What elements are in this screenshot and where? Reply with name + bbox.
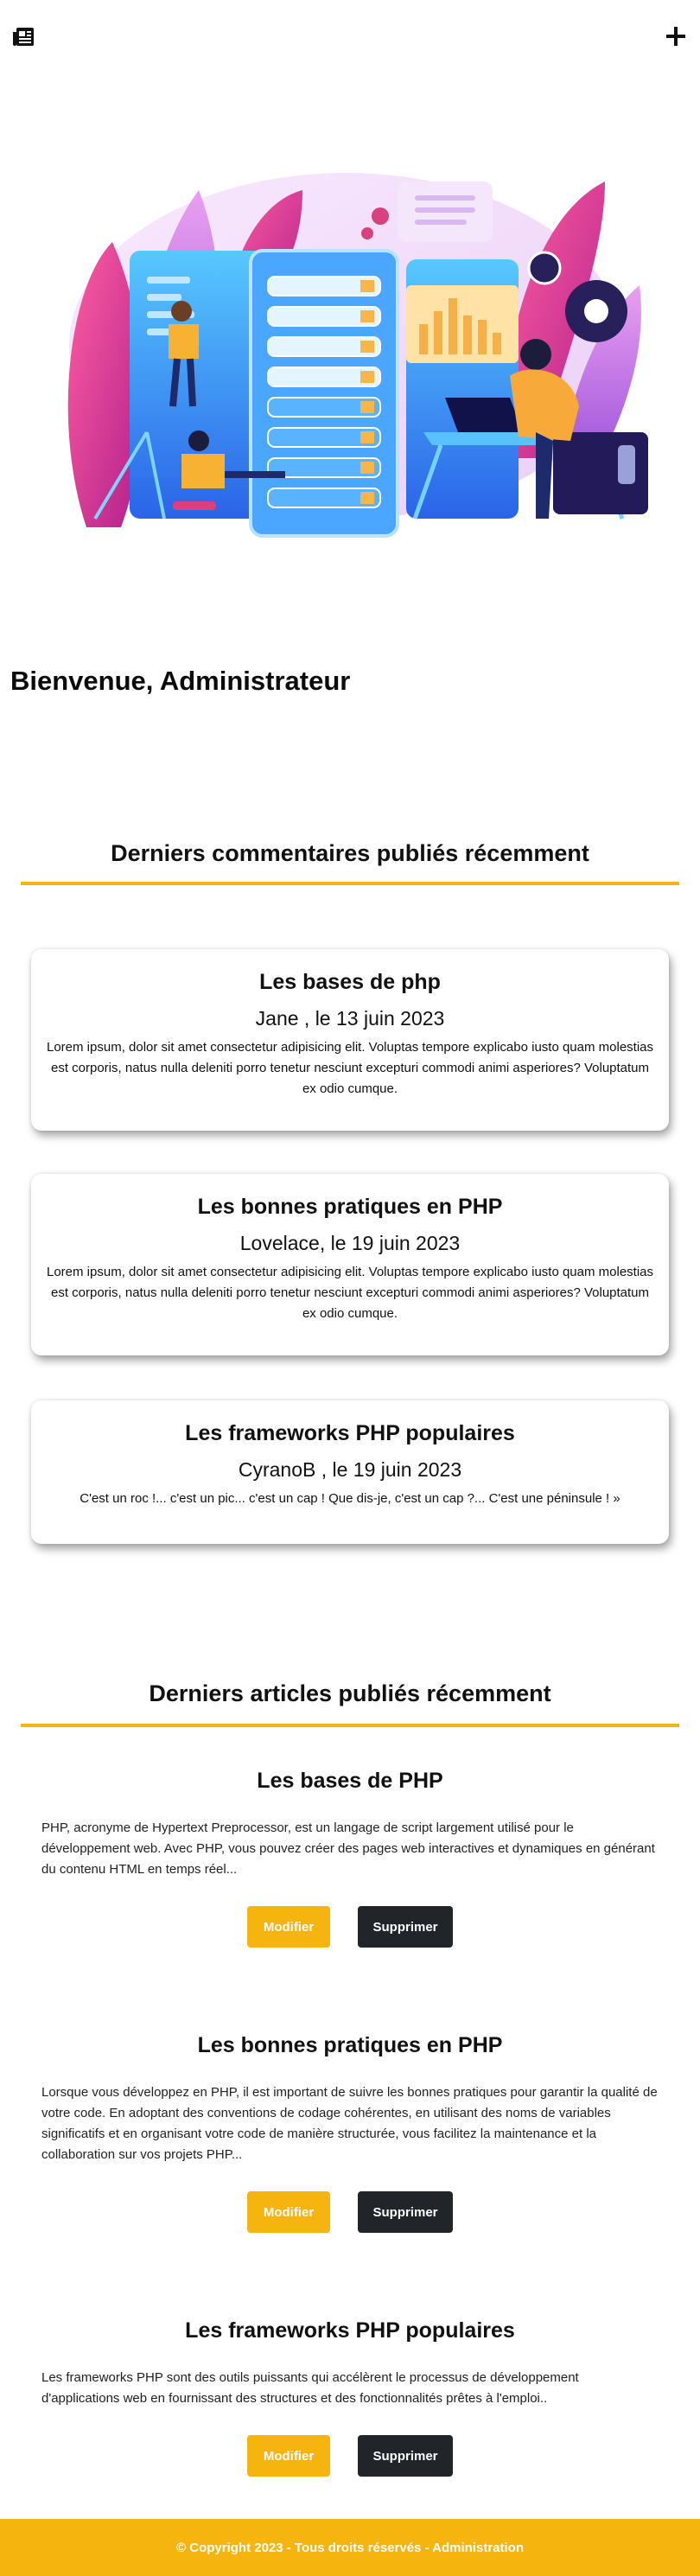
article-title: Les bases de PHP	[257, 1769, 443, 1793]
edit-button[interactable]: Modifier	[247, 1906, 330, 1948]
article-excerpt: PHP, acronyme de Hypertext Preprocessor,…	[41, 1820, 655, 1877]
section-divider	[21, 1724, 679, 1727]
comment-card: Les bases de php Jane , le 13 juin 2023 …	[31, 949, 669, 1131]
comment-text: Lorem ipsum, dolor sit amet consectetur …	[47, 1265, 654, 1321]
top-navbar	[0, 0, 700, 76]
article-actions: Modifier Supprimer	[41, 2435, 659, 2477]
article-item: Les bases de PHP PHP, acronyme de Hypert…	[41, 1769, 659, 1948]
delete-button[interactable]: Supprimer	[358, 2435, 453, 2477]
plus-icon[interactable]	[664, 24, 688, 48]
comment-card: Les bonnes pratiques en PHP Lovelace, le…	[31, 1174, 669, 1355]
welcome-heading: Bienvenue, Administrateur	[10, 666, 351, 696]
comments-section-title: Derniers commentaires publiés récemment	[111, 840, 589, 866]
server-datacenter-illustration	[67, 173, 648, 538]
comment-title: Les bonnes pratiques en PHP	[197, 1195, 503, 1219]
article-actions: Modifier Supprimer	[41, 1906, 659, 1948]
footer: © Copyright 2023 - Tous droits réservés …	[0, 2519, 700, 2576]
comment-author: CyranoB , le 19 juin 2023	[238, 1458, 462, 1481]
footer-copyright: © Copyright 2023 - Tous droits réservés …	[176, 2540, 524, 2555]
comment-text: C'est un roc !... c'est un pic... c'est …	[80, 1491, 620, 1506]
delete-button[interactable]: Supprimer	[358, 2191, 453, 2233]
comment-text: Lorem ipsum, dolor sit amet consectetur …	[47, 1040, 654, 1096]
section-divider	[21, 882, 679, 885]
article-excerpt: Les frameworks PHP sont des outils puiss…	[41, 2370, 579, 2406]
article-item: Les frameworks PHP populaires Les framew…	[41, 2318, 659, 2477]
articles-section-title: Derniers articles publiés récemment	[149, 1680, 551, 1706]
article-title: Les bonnes pratiques en PHP	[197, 2033, 503, 2057]
edit-button[interactable]: Modifier	[247, 2191, 330, 2233]
article-title: Les frameworks PHP populaires	[185, 2318, 515, 2343]
article-actions: Modifier Supprimer	[41, 2191, 659, 2233]
article-excerpt: Lorsque vous développez en PHP, il est i…	[41, 2085, 658, 2162]
article-item: Les bonnes pratiques en PHP Lorsque vous…	[41, 2033, 659, 2233]
comment-title: Les bases de php	[259, 970, 441, 994]
comment-author: Lovelace, le 19 juin 2023	[239, 1232, 461, 1254]
newspaper-icon[interactable]	[12, 27, 35, 48]
delete-button[interactable]: Supprimer	[358, 1906, 453, 1948]
comment-title: Les frameworks PHP populaires	[185, 1421, 515, 1445]
edit-button[interactable]: Modifier	[247, 2435, 330, 2477]
comment-card: Les frameworks PHP populaires CyranoB , …	[31, 1400, 669, 1544]
comment-author: Jane , le 13 juin 2023	[255, 1007, 445, 1030]
